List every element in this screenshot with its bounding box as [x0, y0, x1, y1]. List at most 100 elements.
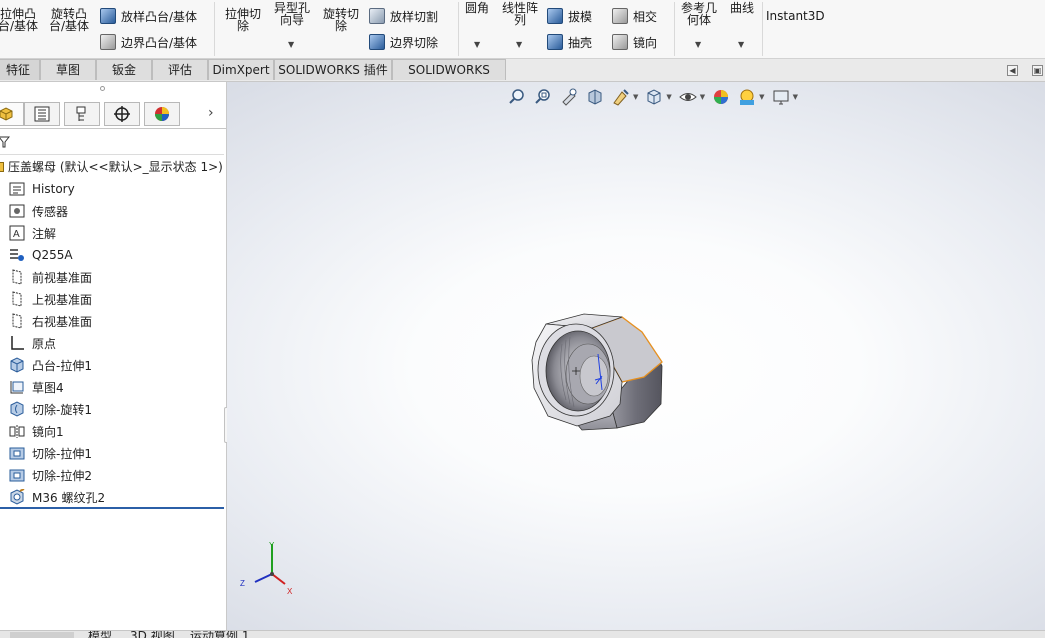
material-icon — [8, 246, 26, 264]
curves-label: 曲线 — [729, 1, 754, 15]
filter-icon[interactable] — [0, 135, 10, 149]
tab-dimxpert-manager[interactable] — [104, 102, 140, 126]
fillet-label: 圆角 — [464, 1, 489, 15]
tab-property-manager[interactable] — [24, 102, 60, 126]
loft-cut-icon — [369, 8, 385, 24]
tab-solidworks-mbd[interactable]: SOLIDWORKS MBD — [392, 59, 506, 98]
panel-tabs-more-icon[interactable]: › — [208, 105, 214, 121]
view-orientation-dropdown-icon[interactable]: ▼ — [666, 93, 671, 101]
tree-item[interactable]: A 注解 — [8, 223, 56, 243]
plane-icon — [8, 290, 26, 308]
extrude-boss-label-2: 台/基体 — [0, 19, 39, 33]
tree-item[interactable]: M36 螺纹孔2 — [8, 487, 105, 507]
intersect-button[interactable]: 相交 — [612, 6, 657, 26]
revolve-boss-button[interactable]: 旋转凸 台/基体 — [46, 8, 92, 32]
instant3d-button[interactable]: Instant3D — [766, 10, 825, 22]
tree-root-part[interactable]: 压盖螺母 (默认<<默认>_显示状态 1>) — [0, 157, 223, 177]
tab-restore-icon[interactable]: ▣ — [1032, 65, 1043, 76]
dynamic-annotation-icon[interactable] — [611, 87, 631, 107]
tree-item-label: 传感器 — [32, 204, 69, 219]
extrude-cut-button[interactable]: 拉伸切 除 — [220, 8, 266, 32]
tree-item[interactable]: 切除-拉伸1 — [8, 443, 92, 463]
tab-sketch[interactable]: 草图 — [40, 59, 96, 80]
hide-show-items-icon[interactable] — [678, 87, 698, 107]
tree-item[interactable]: 镜向1 — [8, 421, 64, 441]
tab-configuration-manager[interactable] — [64, 102, 100, 126]
reference-geometry-dropdown-icon[interactable]: ▼ — [695, 40, 701, 49]
boundary-boss-button[interactable]: 边界凸台/基体 — [100, 32, 197, 52]
revolve-cut-button[interactable]: 旋转切 除 — [318, 8, 364, 32]
boundary-boss-label: 边界凸台/基体 — [121, 35, 198, 50]
tab-display-manager[interactable] — [144, 102, 180, 126]
extrude-boss-button[interactable]: 拉伸凸 台/基体 — [0, 8, 40, 32]
view-settings-dropdown-icon[interactable]: ▼ — [793, 93, 798, 101]
tree-item-label: 右视基准面 — [32, 314, 93, 329]
boundary-cut-icon — [369, 34, 385, 50]
property-manager-icon — [34, 106, 50, 122]
view-settings-icon[interactable] — [771, 87, 791, 107]
fillet-button[interactable]: 圆角 — [462, 2, 492, 14]
tab-scroll-left-icon[interactable]: ◀ — [1007, 65, 1018, 76]
linear-pattern-label-2: 列 — [513, 13, 526, 27]
loft-cut-button[interactable]: 放样切割 — [369, 6, 438, 26]
ribbon-separator — [214, 2, 215, 56]
previous-view-icon[interactable] — [559, 87, 579, 107]
loft-boss-label: 放样凸台/基体 — [121, 9, 198, 24]
shell-button[interactable]: 抽壳 — [547, 32, 592, 52]
tab-features[interactable]: 特征 — [0, 59, 40, 80]
tree-filter[interactable] — [0, 132, 224, 155]
feature-manager-icon — [0, 107, 13, 121]
linear-pattern-button[interactable]: 线性阵 列 — [498, 2, 542, 26]
tree-item-label: 镜向1 — [32, 424, 64, 439]
tab-evaluate[interactable]: 评估 — [152, 59, 208, 80]
ribbon-separator — [458, 2, 459, 56]
loft-boss-button[interactable]: 放样凸台/基体 — [100, 6, 197, 26]
tree-item[interactable]: 草图4 — [8, 377, 64, 397]
dynamic-annotation-dropdown-icon[interactable]: ▼ — [633, 93, 638, 101]
tree-item[interactable]: 切除-拉伸2 — [8, 465, 92, 485]
nut-3d-model[interactable] — [522, 304, 672, 454]
revolve-boss-label-2: 台/基体 — [48, 19, 90, 33]
graphics-area[interactable]: ▼ ▼ ▼ ▼ ▼ Y X Z — [227, 82, 1045, 630]
apply-scene-icon[interactable] — [737, 87, 757, 107]
hole-wizard-dropdown-icon[interactable]: ▼ — [288, 40, 294, 49]
hide-show-dropdown-icon[interactable]: ▼ — [700, 93, 705, 101]
tree-item[interactable]: 传感器 — [8, 201, 68, 221]
zoom-to-fit-icon[interactable] — [507, 87, 527, 107]
tab-dimxpert[interactable]: DimXpert — [208, 59, 274, 80]
zoom-to-area-icon[interactable] — [533, 87, 553, 107]
tree-item-label: 切除-拉伸2 — [32, 468, 92, 483]
tree-item[interactable]: Q255A — [8, 245, 73, 265]
boundary-cut-button[interactable]: 边界切除 — [369, 32, 438, 52]
apply-scene-dropdown-icon[interactable]: ▼ — [759, 93, 764, 101]
tab-sheet-metal[interactable]: 钣金 — [96, 59, 152, 80]
tree-item[interactable]: 原点 — [8, 333, 56, 353]
hole-wizard-button[interactable]: 异型孔 向导 — [268, 2, 316, 26]
bottom-scroll-buttons[interactable] — [10, 632, 74, 638]
tree-item[interactable]: 凸台-拉伸1 — [8, 355, 92, 375]
dimxpert-manager-icon — [114, 106, 130, 122]
command-manager-tabs: 特征 草图 钣金 评估 DimXpert SOLIDWORKS 插件 SOLID… — [0, 59, 1045, 98]
edit-appearance-icon[interactable] — [711, 87, 731, 107]
tree-item[interactable]: 右视基准面 — [8, 311, 92, 331]
curves-button[interactable]: 曲线 — [726, 2, 758, 14]
tab-feature-manager[interactable] — [0, 102, 24, 126]
tree-item[interactable]: History — [8, 179, 75, 199]
view-orientation-icon[interactable] — [644, 87, 664, 107]
reference-geometry-button[interactable]: 参考几 何体 — [678, 2, 720, 26]
part-icon — [0, 162, 4, 172]
draft-button[interactable]: 拔模 — [547, 6, 592, 26]
curves-dropdown-icon[interactable]: ▼ — [738, 40, 744, 49]
tab-solidworks-addins[interactable]: SOLIDWORKS 插件 — [274, 59, 392, 80]
linear-pattern-dropdown-icon[interactable]: ▼ — [516, 40, 522, 49]
heads-up-view-toolbar: ▼ ▼ ▼ ▼ ▼ — [504, 86, 801, 108]
section-view-icon[interactable] — [585, 87, 605, 107]
fillet-dropdown-icon[interactable]: ▼ — [474, 40, 480, 49]
ribbon-separator — [762, 2, 763, 56]
tree-item[interactable]: 上视基准面 — [8, 289, 92, 309]
tree-item[interactable]: 切除-旋转1 — [8, 399, 92, 419]
panel-grip-icon[interactable] — [100, 86, 105, 91]
mirror-button[interactable]: 镜向 — [612, 32, 657, 52]
rollback-bar[interactable] — [0, 507, 224, 509]
tree-item[interactable]: 前视基准面 — [8, 267, 92, 287]
